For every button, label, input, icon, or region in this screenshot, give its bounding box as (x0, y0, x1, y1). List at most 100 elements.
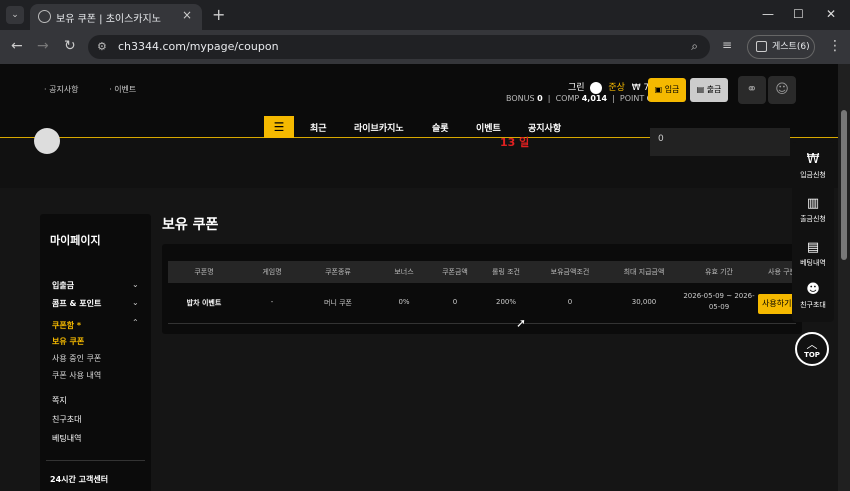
link-icon[interactable]: ⚭ (738, 76, 766, 104)
table-cell-rolling: 200% (495, 298, 517, 306)
site-info-icon[interactable]: ⚙ (97, 40, 107, 53)
wallet-icon: ▣ (654, 85, 663, 94)
coupon-table-card: 쿠폰명 게임명 쿠폰종류 보너스 쿠폰금액 롤링 조건 보유금액조건 최대 지급… (162, 244, 802, 334)
table-cell-holding: 0 (567, 298, 573, 306)
comp-value: 4,014 (581, 94, 608, 103)
guest-profile-button[interactable]: 게스트(6) (747, 35, 815, 59)
quick-invite[interactable]: ☻ 친구초대 (792, 282, 834, 310)
nav-item-recent[interactable]: 최근 (310, 121, 327, 134)
top-link-notice[interactable]: · 공지사항 (44, 85, 93, 94)
browser-tab-strip: ⌄ 보유 쿠폰 | 초이스카지노 × + — ☐ ✕ (0, 0, 850, 30)
table-cell-period-end: 05-09 (708, 303, 730, 311)
minimize-icon[interactable]: — (762, 7, 774, 21)
media-icon[interactable]: ≡ (722, 38, 732, 52)
won-icon: ₩ (806, 152, 820, 167)
url-field[interactable]: ⚙ ch3344.com/mypage/coupon ⌕ (88, 35, 710, 59)
cash-out-icon: ▥ (806, 196, 820, 211)
zoom-icon[interactable]: ⌕ (691, 39, 698, 54)
chevron-up-icon: ︿ (806, 338, 818, 351)
nav-item-notice[interactable]: 공지사항 (528, 121, 561, 134)
sidebar-sub-active-coupon[interactable]: 사용 중인 쿠폰 (52, 353, 101, 364)
sidebar-item-coupon[interactable]: 쿠폰함 * (52, 320, 81, 331)
column-header: 유효 기간 (705, 268, 733, 276)
globe-icon (38, 10, 51, 23)
add-user-icon: ☻ (806, 282, 820, 297)
address-bar: ← → ↻ ⚙ ch3344.com/mypage/coupon ⌕ ≡ 게스트… (0, 30, 850, 64)
sidebar-support[interactable]: 24시간 고객센터 (50, 474, 108, 485)
tab-close-icon[interactable]: × (182, 8, 192, 22)
table-cell-type: 머니 쿠폰 (324, 299, 352, 307)
sidebar-item-deposit-withdraw[interactable]: 입출금 (52, 280, 74, 291)
bonus-value: 0 (537, 94, 543, 103)
nav-item-event[interactable]: 이벤트 (476, 121, 501, 134)
deposit-label: 입금 (664, 85, 680, 94)
sidebar-item-comp-point[interactable]: 콤프 & 포인트 (52, 298, 101, 309)
quick-betting-label: 베팅내역 (800, 259, 826, 267)
browser-menu-icon[interactable]: ⋮ (828, 38, 842, 54)
mypage-sidebar: 마이페이지 입출금 ⌄ 콤프 & 포인트 ⌄ 쿠폰함 * ⌃ 보유 쿠폰 사용 … (40, 214, 151, 491)
forward-icon[interactable]: → (37, 38, 49, 54)
user-icon[interactable]: ☺ (768, 76, 796, 104)
table-cell-period-start: 2026-05-09 ~ 2026- (683, 292, 755, 300)
page-scrollbar[interactable] (838, 64, 850, 491)
reload-icon[interactable]: ↻ (64, 38, 76, 54)
point-label: POINT (619, 94, 645, 103)
column-header: 롤링 조건 (492, 268, 520, 276)
scroll-top-button[interactable]: ︿ TOP (795, 332, 829, 366)
mouse-cursor-icon: ➚ (516, 316, 527, 330)
tab-title: 보유 쿠폰 | 초이스카지노 (56, 14, 161, 25)
chevron-up-icon[interactable]: ⌃ (132, 318, 139, 327)
deposit-button[interactable]: ▣ 입금 (648, 78, 686, 102)
table-cell-max-pay: 30,000 (631, 298, 657, 306)
quick-action-bar: ₩ 입금신청 ▥ 출금신청 ▤ 베팅내역 ☻ 친구초대 (792, 142, 834, 322)
sidebar-sub-owned-coupon[interactable]: 보유 쿠폰 (52, 336, 84, 347)
chevron-down-icon[interactable]: ⌄ (132, 280, 139, 289)
top-link-event-label: 이벤트 (114, 85, 137, 94)
table-cell-bonus: 0% (398, 298, 410, 306)
column-header: 쿠폰명 (194, 268, 214, 276)
chevron-down-icon[interactable]: ⌄ (132, 298, 139, 307)
column-header: 보너스 (394, 268, 414, 276)
cash-icon: ▤ (696, 85, 705, 94)
withdraw-button[interactable]: ▤ 출금 (690, 78, 728, 102)
scrollbar-thumb[interactable] (841, 110, 847, 260)
sidebar-item-betting[interactable]: 베팅내역 (52, 433, 81, 444)
quick-deposit[interactable]: ₩ 입금신청 (792, 152, 834, 180)
column-header: 보유금액조건 (550, 268, 590, 276)
document-icon: ▤ (806, 240, 820, 255)
column-header: 쿠폰종류 (325, 268, 351, 276)
top-link-event[interactable]: · 이벤트 (109, 85, 150, 94)
banner-red-text: 13 일 (500, 136, 530, 149)
bonus-label: BONUS (506, 94, 535, 103)
nav-item-live-casino[interactable]: 라이브카지노 (354, 121, 404, 134)
nav-item-slot[interactable]: 슬롯 (432, 121, 449, 134)
sidebar-sub-coupon-history[interactable]: 쿠폰 사용 내역 (52, 370, 101, 381)
sidebar-item-message[interactable]: 쪽지 (52, 395, 67, 406)
menu-icon[interactable]: ☰ (264, 116, 294, 138)
page-viewport: · 공지사항 · 이벤트 그린 준상 ₩ 79 BONUS 0 | COMP 4… (0, 64, 838, 491)
table-cell-game: - (270, 298, 274, 306)
quick-betting[interactable]: ▤ 베팅내역 (792, 240, 834, 268)
banner-value: 0 (658, 134, 664, 144)
row-divider (168, 323, 796, 324)
back-icon[interactable]: ← (11, 38, 23, 54)
browser-tab[interactable]: 보유 쿠폰 | 초이스카지노 × (30, 4, 202, 30)
column-header: 게임명 (262, 268, 282, 276)
maximize-icon[interactable]: ☐ (793, 7, 804, 21)
column-header: 쿠폰금액 (442, 268, 468, 276)
quick-withdraw[interactable]: ▥ 출금신청 (792, 196, 834, 224)
guest-label: 게스트(6) (772, 42, 810, 52)
url-text: ch3344.com/mypage/coupon (118, 40, 279, 53)
user-grade: 그린 (568, 83, 585, 93)
sidebar-item-invite[interactable]: 친구초대 (52, 414, 81, 425)
new-tab-icon[interactable]: + (212, 5, 225, 24)
sidebar-title: 마이페이지 (50, 234, 101, 247)
page-title: 보유 쿠폰 (162, 217, 219, 233)
sidebar-divider (46, 460, 145, 461)
tab-search-icon[interactable]: ⌄ (6, 6, 24, 24)
quick-invite-label: 친구초대 (800, 301, 826, 309)
user-name: 준상 (608, 83, 625, 93)
close-window-icon[interactable]: ✕ (826, 7, 836, 21)
site-logo (34, 128, 60, 154)
scroll-top-label: TOP (804, 351, 820, 359)
